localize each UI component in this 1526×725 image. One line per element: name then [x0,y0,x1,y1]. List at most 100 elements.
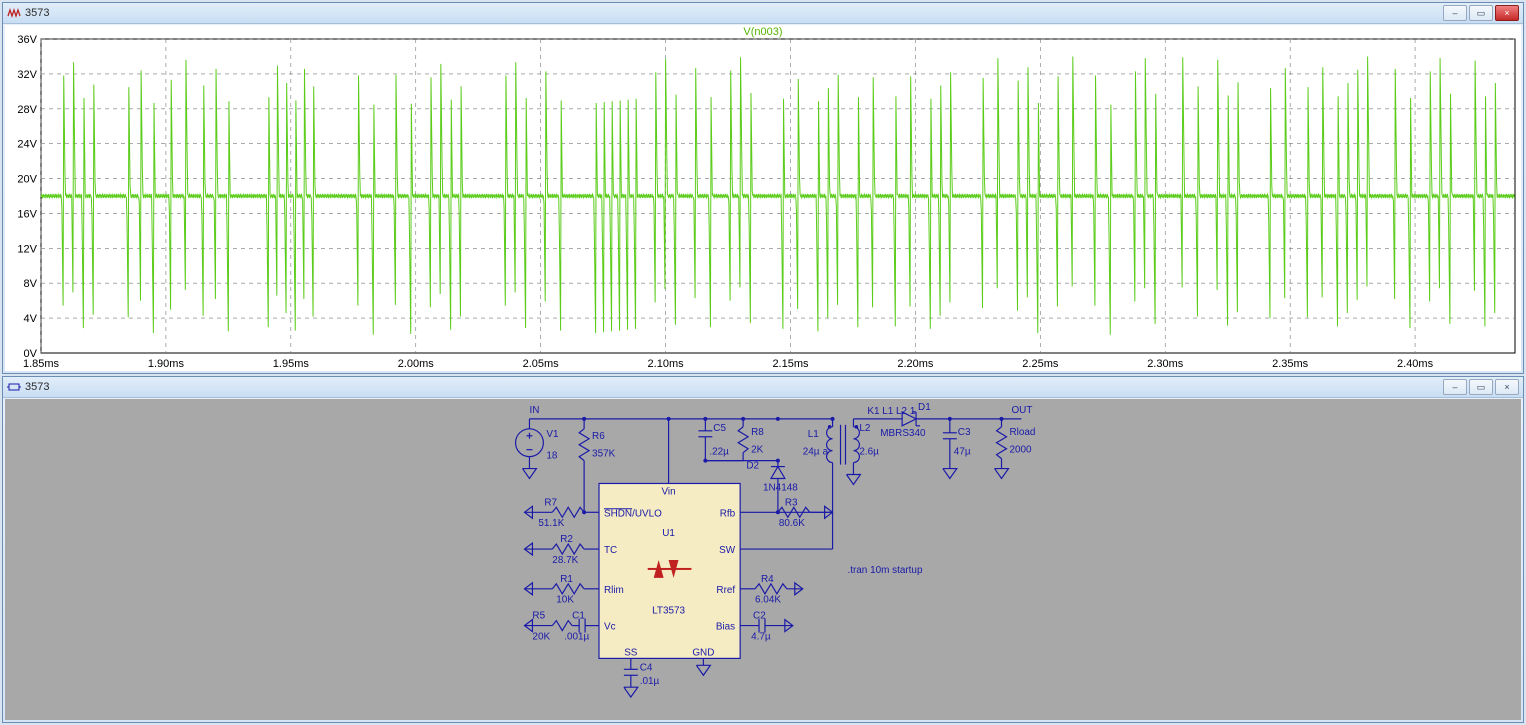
svg-text:1.90ms: 1.90ms [148,358,185,370]
value: 1N4148 [763,482,798,493]
svg-text:32V: 32V [17,69,37,81]
component-V1[interactable]: V1 18 [516,419,559,479]
pin-Bias: Bias [716,622,735,633]
label: D2 [746,461,759,472]
close-button[interactable]: × [1495,379,1519,395]
pin-Vc: Vc [604,622,616,633]
svg-text:8V: 8V [24,278,38,290]
pin-Rfb: Rfb [720,508,736,519]
value: 28.7K [552,555,578,566]
value: 2.6µ [859,447,879,458]
component-C3[interactable]: C3 47µ [943,419,971,479]
net-a: a [823,447,829,458]
schematic-drawing[interactable]: Vin SHDN/UVLO TC Rlim Vc SS GND Bias Rre… [5,399,1521,720]
pin-Rref: Rref [716,585,735,596]
plot-area[interactable]: V(n003) 0V4V8V12V16V20V24V28V32V36V1.85m… [5,25,1521,371]
label: D1 [918,402,931,413]
label: R6 [592,431,605,442]
label: R5 [532,611,545,622]
pin-SW: SW [719,545,736,556]
ground-icon [522,469,536,479]
label: L1 [808,429,820,440]
svg-text:28V: 28V [17,104,37,116]
label: R2 [560,534,573,545]
net-IN[interactable]: IN [529,405,539,416]
pin-Rlim: Rlim [604,585,624,596]
maximize-button[interactable]: ▭ [1469,379,1493,395]
schematic-title: 3573 [25,381,49,393]
close-button[interactable]: × [1495,5,1519,21]
svg-text:1.85ms: 1.85ms [23,358,60,370]
waveform-plot[interactable]: 0V4V8V12V16V20V24V28V32V36V1.85ms1.90ms1… [5,25,1521,371]
minimize-button[interactable]: – [1443,379,1467,395]
schematic-icon [7,381,21,393]
maximize-button[interactable]: ▭ [1469,5,1493,21]
value: 20K [532,632,550,643]
label: R7 [544,497,557,508]
waveform-window: 3573 – ▭ × V(n003) 0V4V8V12V16V20V24V28V… [2,2,1524,374]
value: 2000 [1009,445,1032,456]
svg-text:2.15ms: 2.15ms [772,358,809,370]
svg-text:2.30ms: 2.30ms [1147,358,1184,370]
svg-text:1.95ms: 1.95ms [273,358,310,370]
component-C2[interactable]: C2 4.7µ [740,611,793,643]
value: 2K [751,445,764,456]
component-L1[interactable]: L1 24µ a [803,419,833,549]
component-R7[interactable]: R7 51.1K [524,497,599,529]
label: C1 [572,611,585,622]
svg-text:4V: 4V [24,313,38,325]
waveform-titlebar[interactable]: 3573 – ▭ × [3,3,1523,24]
chip-part: LT3573 [652,606,685,617]
trace-legend[interactable]: V(n003) [743,26,782,38]
svg-text:2.00ms: 2.00ms [398,358,435,370]
component-R2[interactable]: R2 28.7K [524,534,599,566]
value: 4.7µ [751,632,771,643]
component-L2[interactable]: L2 2.6µ [846,419,879,485]
component-R4[interactable]: R4 6.04K [740,574,803,606]
label: C3 [958,427,971,438]
schematic-canvas[interactable]: Vin SHDN/UVLO TC Rlim Vc SS GND Bias Rre… [5,399,1521,720]
label: R8 [751,427,764,438]
value: .01µ [640,676,660,687]
value: 80.6K [779,518,805,529]
label: V1 [546,429,559,440]
value: 51.1K [538,518,564,529]
component-C4[interactable]: C4 .01µ [624,658,660,697]
waveform-icon [7,7,21,19]
minimize-button[interactable]: – [1443,5,1467,21]
label: R3 [785,497,798,508]
label: Rload [1009,427,1035,438]
component-C1[interactable]: C1 .001µ [564,611,599,643]
component-Rload[interactable]: Rload 2000 [995,419,1036,479]
pin-TC: TC [604,545,617,556]
label: R4 [761,574,774,585]
value: 6.04K [755,595,781,606]
net-OUT[interactable]: OUT [1011,405,1032,416]
pin-GND: GND [692,647,714,658]
value: 24µ [803,447,820,458]
ground-icon [846,475,860,485]
svg-text:20V: 20V [17,174,37,186]
pin-SS: SS [624,647,638,658]
chip-ref: U1 [662,528,675,539]
svg-text:12V: 12V [17,243,37,255]
ground-icon [696,658,710,675]
value: .22µ [709,447,729,458]
schematic-titlebar[interactable]: 3573 – ▭ × [3,377,1523,398]
component-R1[interactable]: R1 10K [524,574,599,606]
svg-text:2.35ms: 2.35ms [1272,358,1309,370]
pin-Vin: Vin [662,486,676,497]
label: R1 [560,574,573,585]
svg-text:2.10ms: 2.10ms [648,358,685,370]
component-C5[interactable]: C5 .22µ [698,419,729,463]
component-R3[interactable]: R3 80.6K [778,497,833,529]
svg-text:2.25ms: 2.25ms [1022,358,1059,370]
value: 18 [546,451,558,462]
label: C4 [640,662,653,673]
spice-directive[interactable]: .tran 10m startup [847,565,922,576]
schematic-window: 3573 – ▭ × Vin SHDN/UVLO TC Rlim Vc SS G… [2,376,1524,723]
value: 47µ [954,447,971,458]
chip-U1[interactable]: Vin SHDN/UVLO TC Rlim Vc SS GND Bias Rre… [599,483,740,658]
label: L2 [859,423,871,434]
svg-text:36V: 36V [17,34,37,46]
